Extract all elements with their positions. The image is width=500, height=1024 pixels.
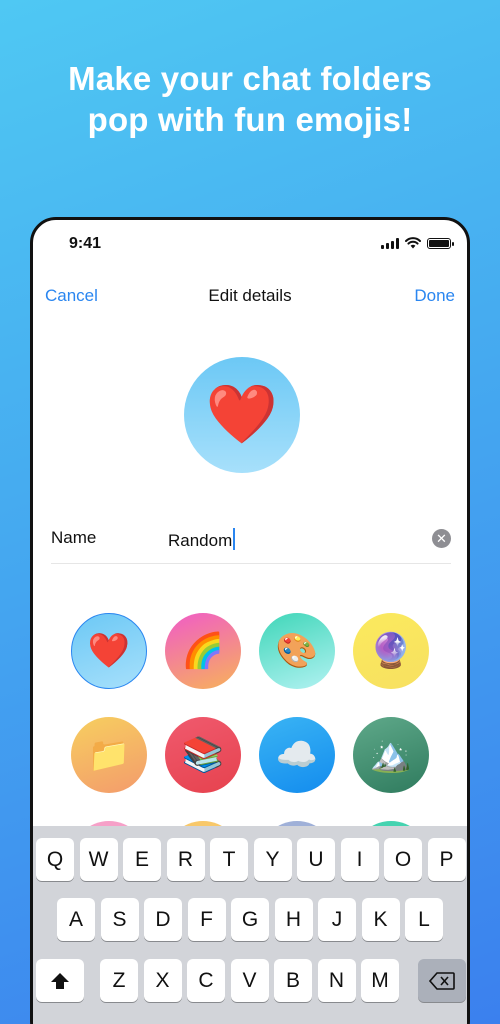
folder-emoji-avatar[interactable]: ❤️ [184,357,300,473]
key-y[interactable]: Y [253,838,292,881]
emoji-option-books[interactable]: 📚 [165,717,241,793]
emoji-option-heart[interactable]: ❤️ [71,613,147,689]
status-icons [381,237,454,249]
key-s[interactable]: S [100,898,139,941]
key-k[interactable]: K [361,898,400,941]
key-d[interactable]: D [144,898,182,941]
key-l[interactable]: L [405,898,443,941]
battery-icon [427,237,454,249]
rainbow-icon: 🌈 [181,632,225,670]
key-n[interactable]: N [317,959,356,1002]
shift-icon[interactable] [36,959,84,1002]
promo-line-1: Make your chat folders [68,60,432,97]
heart-icon: ❤️ [87,632,131,670]
name-label: Name [51,528,97,547]
key-w[interactable]: W [79,838,118,881]
mountain-icon: 🏔️ [369,736,413,774]
key-r[interactable]: R [166,838,205,881]
key-o[interactable]: O [384,838,422,881]
status-time: 9:41 [69,235,102,252]
keyboard: QWERTYUIOP ASDFGHJKL ZXCVBNM [33,826,467,1024]
emoji-option-crystal-ball[interactable]: 🔮 [353,613,429,689]
key-t[interactable]: T [210,838,248,881]
key-v[interactable]: V [230,959,269,1002]
key-g[interactable]: G [231,898,269,941]
key-p[interactable]: P [427,838,466,881]
key-x[interactable]: X [143,959,182,1002]
key-e[interactable]: E [123,838,161,881]
key-u[interactable]: U [297,838,335,881]
phone-frame: 9:41 Cancel Edit details Done ❤️ Name Ra… [30,217,470,1024]
emoji-option-mountain[interactable]: 🏔️ [353,717,429,793]
status-bar: 9:41 [33,220,467,268]
key-b[interactable]: B [274,959,312,1002]
signal-icon [381,237,399,249]
emoji-option-rainbow[interactable]: 🌈 [165,613,241,689]
key-h[interactable]: H [274,898,313,941]
heart-icon: ❤️ [205,382,279,447]
promo-headline: Make your chat folders pop with fun emoj… [0,58,500,140]
key-m[interactable]: M [361,959,399,1002]
key-f[interactable]: F [187,898,226,941]
clear-icon[interactable]: ✕ [432,529,451,548]
key-a[interactable]: A [57,898,95,941]
emoji-option-cloud[interactable]: ☁️ [259,717,335,793]
emoji-option-palette[interactable]: 🎨 [259,613,335,689]
crystal-ball-icon: 🔮 [369,632,413,670]
key-z[interactable]: Z [100,959,138,1002]
key-q[interactable]: Q [36,838,74,881]
key-c[interactable]: C [187,959,225,1002]
nav-bar: Cancel Edit details Done [33,282,467,312]
emoji-option-folder[interactable]: 📁 [71,717,147,793]
name-input[interactable]: Random [168,528,236,551]
done-button[interactable]: Done [414,286,455,306]
wifi-icon [405,237,421,249]
promo-line-2: pop with fun emojis! [87,101,413,138]
backspace-icon[interactable] [418,959,466,1002]
books-icon: 📚 [181,736,225,774]
text-cursor [233,528,236,550]
folder-icon: 📁 [87,736,131,774]
cancel-button[interactable]: Cancel [45,286,98,306]
key-i[interactable]: I [340,838,379,881]
cloud-icon: ☁️ [275,736,319,774]
palette-icon: 🎨 [275,632,319,670]
nav-title: Edit details [208,286,292,305]
key-j[interactable]: J [318,898,356,941]
name-row: Name Random ✕ [51,516,451,564]
